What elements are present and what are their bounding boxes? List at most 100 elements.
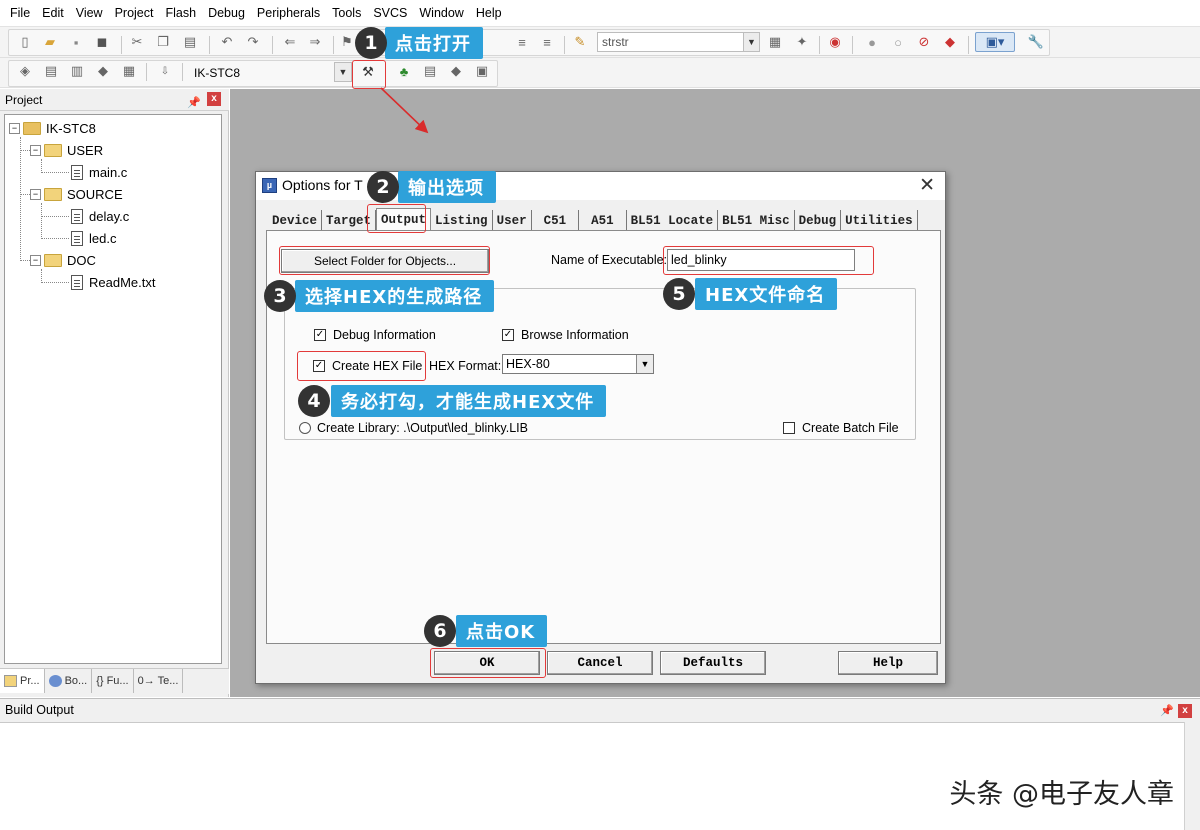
find-in-files-icon[interactable]: ✎: [570, 32, 590, 52]
create-library-radio[interactable]: [299, 422, 311, 434]
pin-icon[interactable]: 📌: [1160, 704, 1174, 717]
menu-view[interactable]: View: [70, 0, 109, 27]
cancel-button[interactable]: Cancel: [547, 651, 653, 675]
defaults-button[interactable]: Defaults: [660, 651, 766, 675]
stop-build-icon[interactable]: ▦: [119, 61, 139, 81]
tab-templates[interactable]: 0→ Te...: [134, 669, 184, 693]
tab-c51[interactable]: C51: [532, 210, 580, 232]
window-layout-icon[interactable]: ▣▾: [975, 32, 1015, 52]
create-batch-checkbox[interactable]: [783, 422, 795, 434]
tree-file-readme[interactable]: ReadMe.txt: [71, 272, 155, 292]
close-icon[interactable]: x: [1178, 704, 1192, 718]
menu-edit[interactable]: Edit: [36, 0, 70, 27]
watermark: 头条 @电子友人章: [949, 779, 1174, 810]
tree-root[interactable]: − IK-STC8: [9, 118, 96, 138]
build-icon[interactable]: ▤: [41, 61, 61, 81]
tab-books[interactable]: Bo...: [45, 669, 93, 693]
chevron-down-icon[interactable]: ▼: [335, 63, 351, 81]
menu-svcs[interactable]: SVCS: [367, 0, 413, 27]
close-icon[interactable]: ✕: [919, 174, 935, 197]
tab-user[interactable]: User: [493, 210, 532, 232]
breakpoint-disable-icon[interactable]: ○: [888, 32, 908, 52]
menu-peripherals[interactable]: Peripherals: [251, 0, 326, 27]
tab-project[interactable]: Pr...: [0, 669, 45, 693]
find-combo[interactable]: strstr ▼: [597, 32, 760, 52]
menu-flash[interactable]: Flash: [159, 0, 202, 27]
menu-debug[interactable]: Debug: [202, 0, 251, 27]
help-button[interactable]: Help: [838, 651, 938, 675]
paste-icon[interactable]: ▤: [180, 32, 200, 52]
indent-icon[interactable]: ≡: [512, 32, 532, 52]
tree-file-delay[interactable]: delay.c: [71, 206, 129, 226]
tree-file-label: main.c: [89, 164, 128, 180]
menu-help[interactable]: Help: [470, 0, 508, 27]
configure-icon[interactable]: 🔧: [1026, 32, 1046, 52]
chevron-down-icon[interactable]: ▼: [743, 33, 759, 51]
tab-device[interactable]: Device: [268, 210, 323, 232]
save-all-icon[interactable]: ◼: [92, 32, 112, 52]
tab-utilities[interactable]: Utilities: [841, 210, 918, 232]
debug-info-label: Debug Information: [333, 328, 436, 342]
build-output-panel: Build Output 📌 x 头条 @电子友人章: [0, 698, 1200, 830]
tree-file-led[interactable]: led.c: [71, 228, 116, 248]
build-output-scrollbar[interactable]: [1184, 722, 1200, 830]
menu-tools[interactable]: Tools: [326, 0, 367, 27]
kill-all-breakpoints-icon[interactable]: ◆: [940, 32, 960, 52]
bookmark-icon[interactable]: ⚑: [337, 32, 357, 52]
copy-icon[interactable]: ❐: [153, 32, 173, 52]
open-file-icon[interactable]: ▰: [40, 32, 60, 52]
debug-info-checkbox[interactable]: ✓: [314, 329, 326, 341]
collapse-icon[interactable]: −: [30, 254, 41, 266]
pin-icon[interactable]: 📌: [187, 92, 201, 114]
menu-window[interactable]: Window: [413, 0, 469, 27]
nav-back-icon[interactable]: ⇐: [280, 32, 300, 52]
redo-icon[interactable]: ↷: [243, 32, 263, 52]
hex-format-select[interactable]: HEX-80 ▼: [502, 354, 654, 374]
nav-forward-icon[interactable]: ⇒: [305, 32, 325, 52]
tree-group-source[interactable]: − SOURCE: [30, 184, 123, 204]
translate-icon[interactable]: ◈: [15, 61, 35, 81]
tab-listing[interactable]: Listing: [431, 210, 493, 232]
tree-connector: [41, 269, 42, 283]
target-combo-dropdown[interactable]: ▼: [334, 62, 352, 82]
tree-group-doc[interactable]: − DOC: [30, 250, 96, 270]
undo-icon[interactable]: ↶: [217, 32, 237, 52]
batch-build-icon[interactable]: ◆: [93, 61, 113, 81]
incremental-find-icon[interactable]: ✦: [792, 32, 812, 52]
select-software-packs-icon[interactable]: ▣: [472, 61, 492, 81]
tab-debug[interactable]: Debug: [795, 210, 842, 232]
tab-functions[interactable]: {} Fu...: [92, 669, 134, 693]
callout-5: HEX文件命名: [695, 278, 838, 310]
tree-file-main[interactable]: main.c: [71, 162, 127, 182]
tab-a51[interactable]: A51: [579, 210, 627, 232]
collapse-icon[interactable]: −: [9, 122, 20, 134]
unindent-icon[interactable]: ≡: [537, 32, 557, 52]
disable-all-breakpoints-icon[interactable]: ⊘: [914, 32, 934, 52]
collapse-icon[interactable]: −: [30, 188, 41, 200]
close-icon[interactable]: x: [207, 92, 221, 106]
file-extensions-icon[interactable]: ▤: [420, 61, 440, 81]
dialog-titlebar: µ Options for T ✕: [256, 172, 945, 200]
find-icon[interactable]: ▦: [765, 32, 785, 52]
tree-group-user[interactable]: − USER: [30, 140, 103, 160]
chevron-down-icon[interactable]: ▼: [636, 355, 653, 373]
download-icon[interactable]: ⇩: [155, 61, 175, 81]
browse-info-checkbox[interactable]: ✓: [502, 329, 514, 341]
breakpoint-icon[interactable]: ●: [862, 32, 882, 52]
callout-2: 输出选项: [398, 171, 496, 203]
tab-bl51-misc[interactable]: BL51 Misc: [718, 210, 795, 232]
collapse-icon[interactable]: −: [30, 144, 41, 156]
start-debug-icon[interactable]: ◉: [825, 32, 845, 52]
folder-icon: [44, 143, 62, 157]
new-file-icon[interactable]: ▯: [15, 32, 35, 52]
manage-components-icon[interactable]: ♣: [394, 61, 414, 81]
menu-file[interactable]: File: [4, 0, 36, 27]
tab-bl51-locate[interactable]: BL51 Locate: [627, 210, 719, 232]
menu-project[interactable]: Project: [109, 0, 160, 27]
cut-icon[interactable]: ✂: [127, 32, 147, 52]
manage-packs-icon[interactable]: ◆: [446, 61, 466, 81]
rebuild-icon[interactable]: ▥: [67, 61, 87, 81]
save-icon[interactable]: ▪: [66, 32, 86, 52]
tree-file-label: led.c: [89, 230, 117, 246]
project-panel: Project 📌 x − IK-STC8 − USER main.c − SO…: [0, 89, 229, 697]
